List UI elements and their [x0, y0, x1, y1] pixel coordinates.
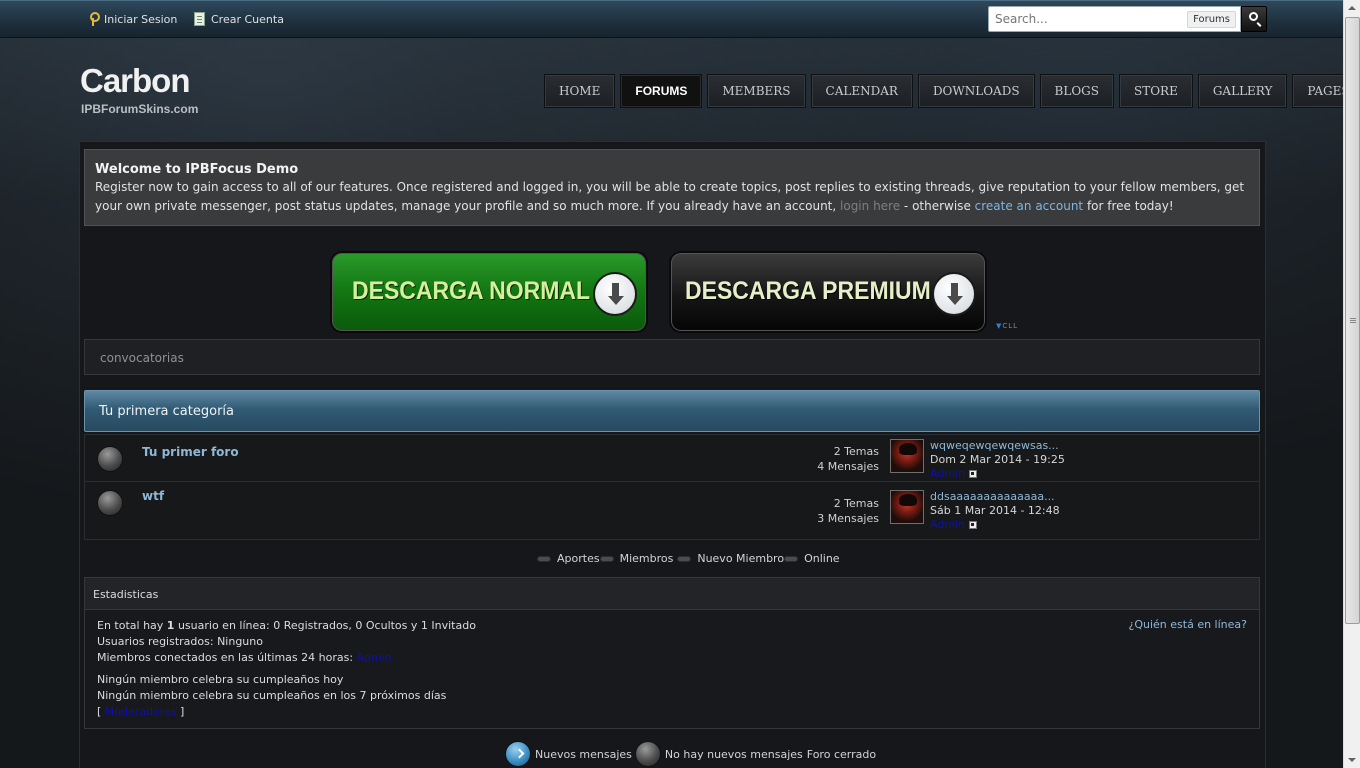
- login-here-link[interactable]: login here: [840, 199, 900, 213]
- login-label: Iniciar Sesion: [104, 12, 178, 26]
- create-account-link[interactable]: create an account: [975, 199, 1084, 213]
- nav-home[interactable]: HOME: [544, 74, 616, 108]
- scroll-down-arrow-icon[interactable]: [1344, 751, 1360, 768]
- last-post-info: ddsaaaaaaaaaaaaaa... Sáb 1 Mar 2014 - 12…: [930, 490, 1060, 532]
- download-normal-button[interactable]: DESCARGA NORMAL: [330, 251, 648, 333]
- go-to-post-icon[interactable]: [969, 521, 978, 529]
- connected-user-link[interactable]: Admin: [357, 651, 392, 664]
- download-arrow-icon: [593, 272, 637, 316]
- download-normal-label: DESCARGA NORMAL: [352, 277, 591, 305]
- birthday-week-line: Ningún miembro celebra su cumpleaños en …: [97, 689, 447, 702]
- last-post-title[interactable]: wqweqewqewqewsas...: [930, 439, 1065, 453]
- forum-row: Tu primer foro 2 Temas 4 Mensajes wqweqe…: [85, 435, 1259, 482]
- ad-logo-text: CLL: [1002, 322, 1019, 330]
- main-navigation: HOME FORUMS MEMBERS CALENDAR DOWNLOADS B…: [544, 74, 1360, 108]
- moderators-link[interactable]: Moderadores: [105, 705, 177, 718]
- convocatorias-bar: convocatorias: [84, 339, 1260, 375]
- nav-calendar[interactable]: CALENDAR: [810, 74, 913, 108]
- nav-downloads[interactable]: DOWNLOADS: [917, 74, 1035, 108]
- document-icon: [194, 12, 205, 26]
- forum-topics-count: 2 Temas: [833, 497, 879, 510]
- last-post-info: wqweqewqewqewsas... Dom 2 Mar 2014 - 19:…: [930, 439, 1065, 481]
- site-logo-subtitle: IPBForumSkins.com: [81, 102, 199, 116]
- avatar[interactable]: [890, 439, 924, 473]
- who-is-online-link[interactable]: ¿Quién está en línea?: [1129, 618, 1247, 631]
- forum-name-link[interactable]: wtf: [142, 489, 164, 503]
- statistics-box: Estadisticas En total hay 1 usuario en l…: [84, 577, 1260, 729]
- scrollbar-thumb[interactable]: [1345, 17, 1360, 624]
- register-label: Crear Cuenta: [211, 12, 284, 26]
- connected-users-line: Miembros conectados en las últimas 24 ho…: [97, 650, 1247, 666]
- search-scope-selector[interactable]: Forums: [1187, 11, 1236, 28]
- nav-store[interactable]: STORE: [1118, 74, 1193, 108]
- search-icon: [1249, 12, 1258, 21]
- welcome-title: Welcome to IPBFocus Demo: [95, 162, 299, 177]
- legend-marker-icon: [677, 555, 692, 562]
- welcome-text-end: for free today!: [1083, 199, 1174, 213]
- online-users-line: En total hay 1 usuario en línea: 0 Regis…: [97, 618, 1247, 634]
- register-link[interactable]: Crear Cuenta: [194, 12, 284, 26]
- new-posts-label: Nuevos mensajes: [535, 747, 632, 761]
- forum-name-link[interactable]: Tu primer foro: [142, 445, 239, 459]
- forum-row: wtf 2 Temas 3 Mensajes ddsaaaaaaaaaaaaaa…: [85, 482, 1259, 540]
- forum-topics-count: 2 Temas: [833, 445, 879, 458]
- nav-blogs[interactable]: BLOGS: [1039, 74, 1114, 108]
- category-title: Tu primera categoría: [99, 404, 234, 419]
- welcome-text-otherwise: - otherwise: [900, 199, 975, 213]
- convocatorias-label: convocatorias: [100, 351, 184, 365]
- bottom-legend: Nuevos mensajes No hay nuevos mensajes F…: [505, 741, 876, 767]
- go-to-post-icon[interactable]: [969, 470, 978, 478]
- forum-legend: Aportes Miembros Nuevo Miembro Online: [537, 552, 840, 565]
- scroll-up-arrow-icon[interactable]: [1344, 0, 1360, 17]
- last-post-date: Sáb 1 Mar 2014 - 12:48: [930, 504, 1060, 517]
- forum-status-icon: [97, 490, 123, 516]
- forum-status-icon: [97, 446, 123, 472]
- vertical-scrollbar[interactable]: [1343, 0, 1360, 768]
- closed-forum-label: Foro cerrado: [806, 747, 877, 761]
- legend-marker-icon: [784, 555, 799, 562]
- forum-stats: 2 Temas 3 Mensajes: [817, 496, 879, 526]
- search-input[interactable]: [989, 7, 1189, 31]
- ad-logo[interactable]: ▼CLL: [996, 322, 1018, 330]
- login-link[interactable]: Iniciar Sesion: [88, 12, 177, 26]
- no-new-posts-label: No hay nuevos mensajes: [664, 747, 803, 761]
- statistics-body: En total hay 1 usuario en línea: 0 Regis…: [85, 610, 1259, 728]
- no-new-posts-icon: [634, 741, 661, 767]
- legend-aportes: Aportes: [557, 552, 600, 565]
- online-prefix: En total hay: [97, 619, 167, 632]
- last-post-author[interactable]: Admin: [930, 518, 965, 531]
- search-button[interactable]: [1241, 6, 1267, 32]
- download-premium-label: DESCARGA PREMIUM: [685, 277, 931, 305]
- statistics-header: Estadisticas: [85, 578, 1259, 610]
- legend-marker-icon: [537, 555, 551, 562]
- legend-miembros: Miembros: [619, 552, 674, 565]
- forum-posts-count: 4 Mensajes: [817, 460, 879, 473]
- connected-prefix: Miembros conectados en las últimas 24 ho…: [97, 651, 357, 664]
- key-icon: [88, 12, 100, 26]
- last-post-date: Dom 2 Mar 2014 - 19:25: [930, 453, 1065, 466]
- forum-posts-count: 3 Mensajes: [817, 512, 879, 525]
- last-post-title[interactable]: ddsaaaaaaaaaaaaaa...: [930, 490, 1060, 504]
- category-header[interactable]: Tu primera categoría: [84, 390, 1260, 432]
- nav-gallery[interactable]: GALLERY: [1197, 74, 1288, 108]
- search-box: Forums: [988, 6, 1241, 32]
- legend-marker-icon: [599, 555, 614, 562]
- download-arrow-icon: [932, 272, 976, 316]
- site-logo-title[interactable]: Carbon: [80, 62, 190, 100]
- new-posts-icon: [505, 741, 531, 767]
- registered-users-line: Usuarios registrados: Ninguno: [97, 635, 263, 648]
- online-suffix: usuario en línea: 0 Registrados, 0 Ocult…: [174, 619, 476, 632]
- nav-forums[interactable]: FORUMS: [620, 74, 703, 108]
- forum-stats: 2 Temas 4 Mensajes: [817, 444, 879, 474]
- moderators-line: [ Moderadores ]: [97, 705, 185, 718]
- birthday-today-line: Ningún miembro celebra su cumpleaños hoy: [97, 673, 344, 686]
- welcome-box: Welcome to IPBFocus Demo Register now to…: [84, 149, 1260, 226]
- legend-nuevo-miembro: Nuevo Miembro: [697, 552, 785, 565]
- download-premium-button[interactable]: DESCARGA PREMIUM: [669, 251, 987, 333]
- nav-members[interactable]: MEMBERS: [707, 74, 806, 108]
- legend-online: Online: [804, 552, 840, 565]
- avatar[interactable]: [890, 490, 924, 524]
- forum-list: Tu primer foro 2 Temas 4 Mensajes wqweqe…: [84, 434, 1260, 540]
- last-post-author[interactable]: Admin: [930, 467, 965, 480]
